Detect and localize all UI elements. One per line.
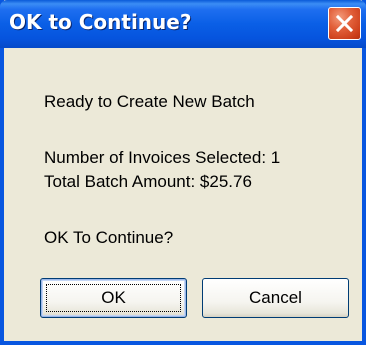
- total-amount-text: Total Batch Amount: $25.76: [44, 172, 252, 191]
- ok-button[interactable]: OK: [40, 278, 187, 318]
- close-button[interactable]: [328, 7, 361, 40]
- message-heading: Ready to Create New Batch: [44, 92, 255, 111]
- dialog-title: OK to Continue?: [9, 10, 192, 34]
- dialog-titlebar[interactable]: OK to Continue?: [0, 0, 366, 48]
- dialog-body: Ready to Create New Batch Number of Invo…: [4, 48, 362, 341]
- ok-button-label: OK: [101, 288, 126, 307]
- dialog-window: OK to Continue? Ready to Create New Batc…: [0, 0, 366, 345]
- cancel-button[interactable]: Cancel: [202, 278, 349, 318]
- cancel-button-label: Cancel: [249, 288, 302, 307]
- close-x-icon: [335, 14, 354, 33]
- continue-prompt: OK To Continue?: [44, 228, 174, 247]
- invoices-selected-text: Number of Invoices Selected: 1: [44, 148, 281, 167]
